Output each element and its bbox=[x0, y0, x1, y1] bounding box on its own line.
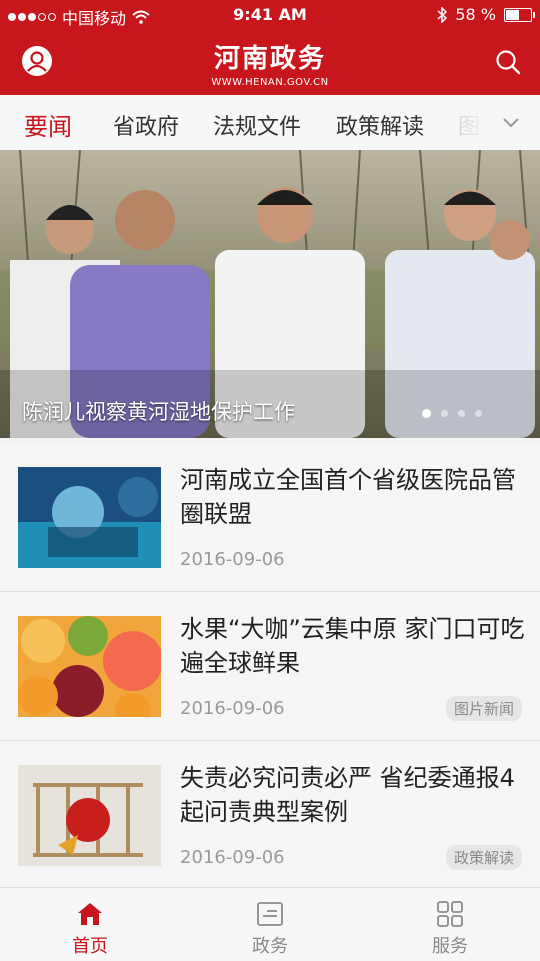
news-date: 2016-09-06 bbox=[180, 698, 285, 719]
search-icon bbox=[496, 50, 521, 75]
news-item-hospital-alliance[interactable]: 河南成立全国首个省级医院品管圈联盟 2016-09-06 bbox=[0, 443, 540, 592]
carousel-dot[interactable] bbox=[422, 409, 431, 418]
search-button[interactable] bbox=[494, 48, 522, 76]
news-thumbnail bbox=[18, 467, 161, 568]
app-title: 河南政务 bbox=[213, 44, 326, 74]
nav-label: 政务 bbox=[252, 936, 288, 957]
document-icon bbox=[257, 902, 283, 926]
app-header: 中国移动 9:41 AM 58 % 河南政务 WWW.HENAN.GOV.CN bbox=[0, 0, 540, 95]
news-list: 河南成立全国首个省级医院品管圈联盟 2016-09-06 水果“大咖”云集中原 … bbox=[0, 443, 540, 890]
app-subtitle: WWW.HENAN.GOV.CN bbox=[211, 77, 329, 88]
nav-home[interactable]: 首页 bbox=[0, 888, 180, 961]
tab-regulations[interactable]: 法规文件 bbox=[213, 109, 301, 141]
news-date: 2016-09-06 bbox=[180, 549, 285, 570]
news-tag[interactable]: 政策解读 bbox=[445, 845, 522, 870]
carousel-dot[interactable] bbox=[441, 410, 448, 417]
battery-percent: 58 % bbox=[455, 5, 496, 24]
tabs-expand-button[interactable] bbox=[502, 113, 520, 131]
nav-label: 首页 bbox=[72, 936, 108, 957]
title-bar: 河南政务 WWW.HENAN.GOV.CN bbox=[0, 30, 540, 95]
news-thumbnail bbox=[18, 616, 161, 717]
nav-government[interactable]: 政务 bbox=[180, 888, 360, 961]
carousel-dot[interactable] bbox=[475, 410, 482, 417]
tab-provincial-government[interactable]: 省政府 bbox=[113, 109, 179, 141]
tab-headlines[interactable]: 要闻 bbox=[24, 107, 72, 142]
tab-policy-interpretation[interactable]: 政策解读 bbox=[336, 109, 424, 141]
hero-photo bbox=[0, 150, 540, 438]
carousel-indicator bbox=[422, 409, 482, 418]
hero-caption: 陈润儿视察黄河湿地保护工作 bbox=[22, 400, 295, 424]
news-date: 2016-09-06 bbox=[180, 847, 285, 868]
carousel-dot[interactable] bbox=[458, 410, 465, 417]
battery-icon bbox=[504, 7, 535, 22]
status-right: 58 % bbox=[437, 5, 535, 24]
home-icon bbox=[78, 903, 102, 925]
news-item-accountability[interactable]: 失责必究问责必严 省纪委通报4起问责典型案例 2016-09-06 政策解读 bbox=[0, 741, 540, 890]
hero-carousel[interactable]: 陈润儿视察黄河湿地保护工作 bbox=[0, 150, 540, 438]
grid-icon bbox=[437, 901, 463, 927]
bottom-nav: 首页 政务 服务 bbox=[0, 887, 540, 961]
status-bar: 中国移动 9:41 AM 58 % bbox=[0, 0, 540, 30]
news-thumbnail bbox=[18, 765, 161, 866]
nav-label: 服务 bbox=[432, 936, 468, 957]
news-item-fruit[interactable]: 水果“大咖”云集中原 家门口可吃遍全球鲜果 2016-09-06 图片新闻 bbox=[0, 592, 540, 741]
app-logo: 河南政务 WWW.HENAN.GOV.CN bbox=[0, 38, 540, 88]
news-title: 水果“大咖”云集中原 家门口可吃遍全球鲜果 bbox=[180, 615, 525, 677]
news-tag[interactable]: 图片新闻 bbox=[445, 696, 522, 721]
bluetooth-icon bbox=[437, 6, 448, 23]
news-title: 河南成立全国首个省级医院品管圈联盟 bbox=[180, 466, 516, 528]
category-tabs: 要闻 省政府 法规文件 政策解读 图 bbox=[0, 95, 540, 151]
news-title: 失责必究问责必严 省纪委通报4起问责典型案例 bbox=[180, 764, 515, 826]
nav-services[interactable]: 服务 bbox=[360, 888, 540, 961]
chevron-down-icon bbox=[503, 118, 519, 128]
